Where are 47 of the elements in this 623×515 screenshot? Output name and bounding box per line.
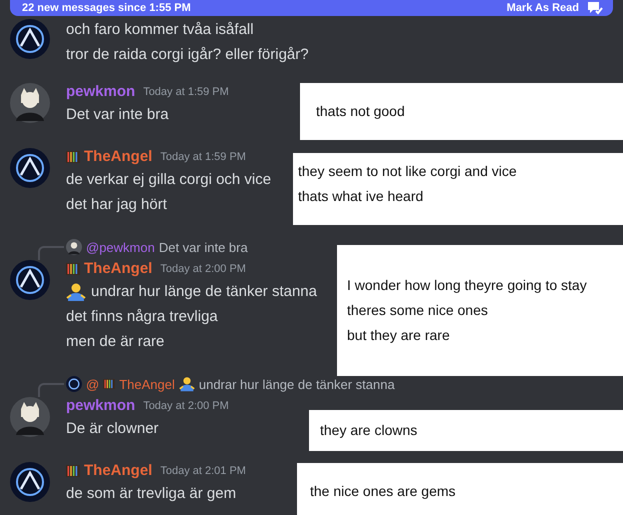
message-text: men de är rare	[66, 333, 164, 350]
username[interactable]: pewkmon	[66, 397, 136, 414]
new-messages-text: 22 new messages since 1:55 PM	[22, 2, 192, 14]
reply-mention[interactable]: @	[86, 376, 100, 392]
translation-text: thats not good	[316, 102, 406, 121]
username[interactable]: TheAngel	[84, 148, 152, 165]
username[interactable]: pewkmon	[66, 83, 136, 100]
translation-text: but they are rare	[347, 326, 451, 345]
message-text: de verkar ej gilla corgi och vice	[66, 171, 272, 188]
reply-text[interactable]: Det var inte bra	[158, 240, 248, 254]
timestamp: Today at 2:00 PM	[143, 400, 229, 412]
mark-read-icon[interactable]	[587, 1, 603, 15]
reply-connector	[38, 246, 64, 260]
avatar[interactable]	[10, 260, 50, 300]
translation-text: I wonder how long theyre going to stay	[347, 276, 588, 295]
translation-text: theres some nice ones	[347, 301, 489, 320]
username[interactable]: TheAngel	[84, 260, 152, 277]
avatar[interactable]	[66, 376, 82, 392]
reply-mention[interactable]: @pewkmon	[86, 240, 155, 254]
timestamp: Today at 2:01 PM	[160, 464, 246, 476]
translation-text: thats what ive heard	[298, 187, 424, 206]
message-text: tror de raida corgi igår? eller förigår?	[66, 46, 309, 63]
avatar[interactable]	[10, 462, 50, 502]
avatar[interactable]	[10, 397, 50, 437]
message-text: undrar hur länge de tänker stanna	[91, 283, 317, 300]
message-text: Det var inte bra	[66, 106, 169, 123]
reply-text[interactable]: undrar hur länge de tänker stanna	[198, 376, 395, 392]
reply-connector	[38, 383, 64, 397]
mark-as-read-link[interactable]: Mark As Read	[506, 2, 579, 14]
username[interactable]: TheAngel	[84, 462, 152, 479]
translation-text: they seem to not like corgi and vice	[298, 162, 518, 181]
message-text: De är clowner	[66, 420, 159, 437]
message-text: de som är trevliga är gem	[66, 485, 236, 502]
reply-author[interactable]: TheAngel	[119, 376, 175, 392]
new-messages-banner[interactable]: 22 new messages since 1:55 PM Mark As Read	[10, 0, 613, 16]
translation-text: the nice ones are gems	[310, 482, 457, 501]
translation-text: they are clowns	[320, 421, 418, 440]
avatar[interactable]	[10, 148, 50, 188]
message-text: det har jag hört	[66, 196, 167, 213]
timestamp: Today at 1:59 PM	[160, 150, 246, 162]
message-text: och faro kommer tvåa isåfall	[66, 21, 254, 38]
avatar[interactable]	[66, 239, 82, 255]
avatar[interactable]	[10, 19, 50, 59]
message-text: det finns några trevliga	[66, 308, 218, 325]
timestamp: Today at 2:00 PM	[160, 262, 246, 274]
avatar[interactable]	[10, 83, 50, 123]
timestamp: Today at 1:59 PM	[143, 86, 229, 98]
